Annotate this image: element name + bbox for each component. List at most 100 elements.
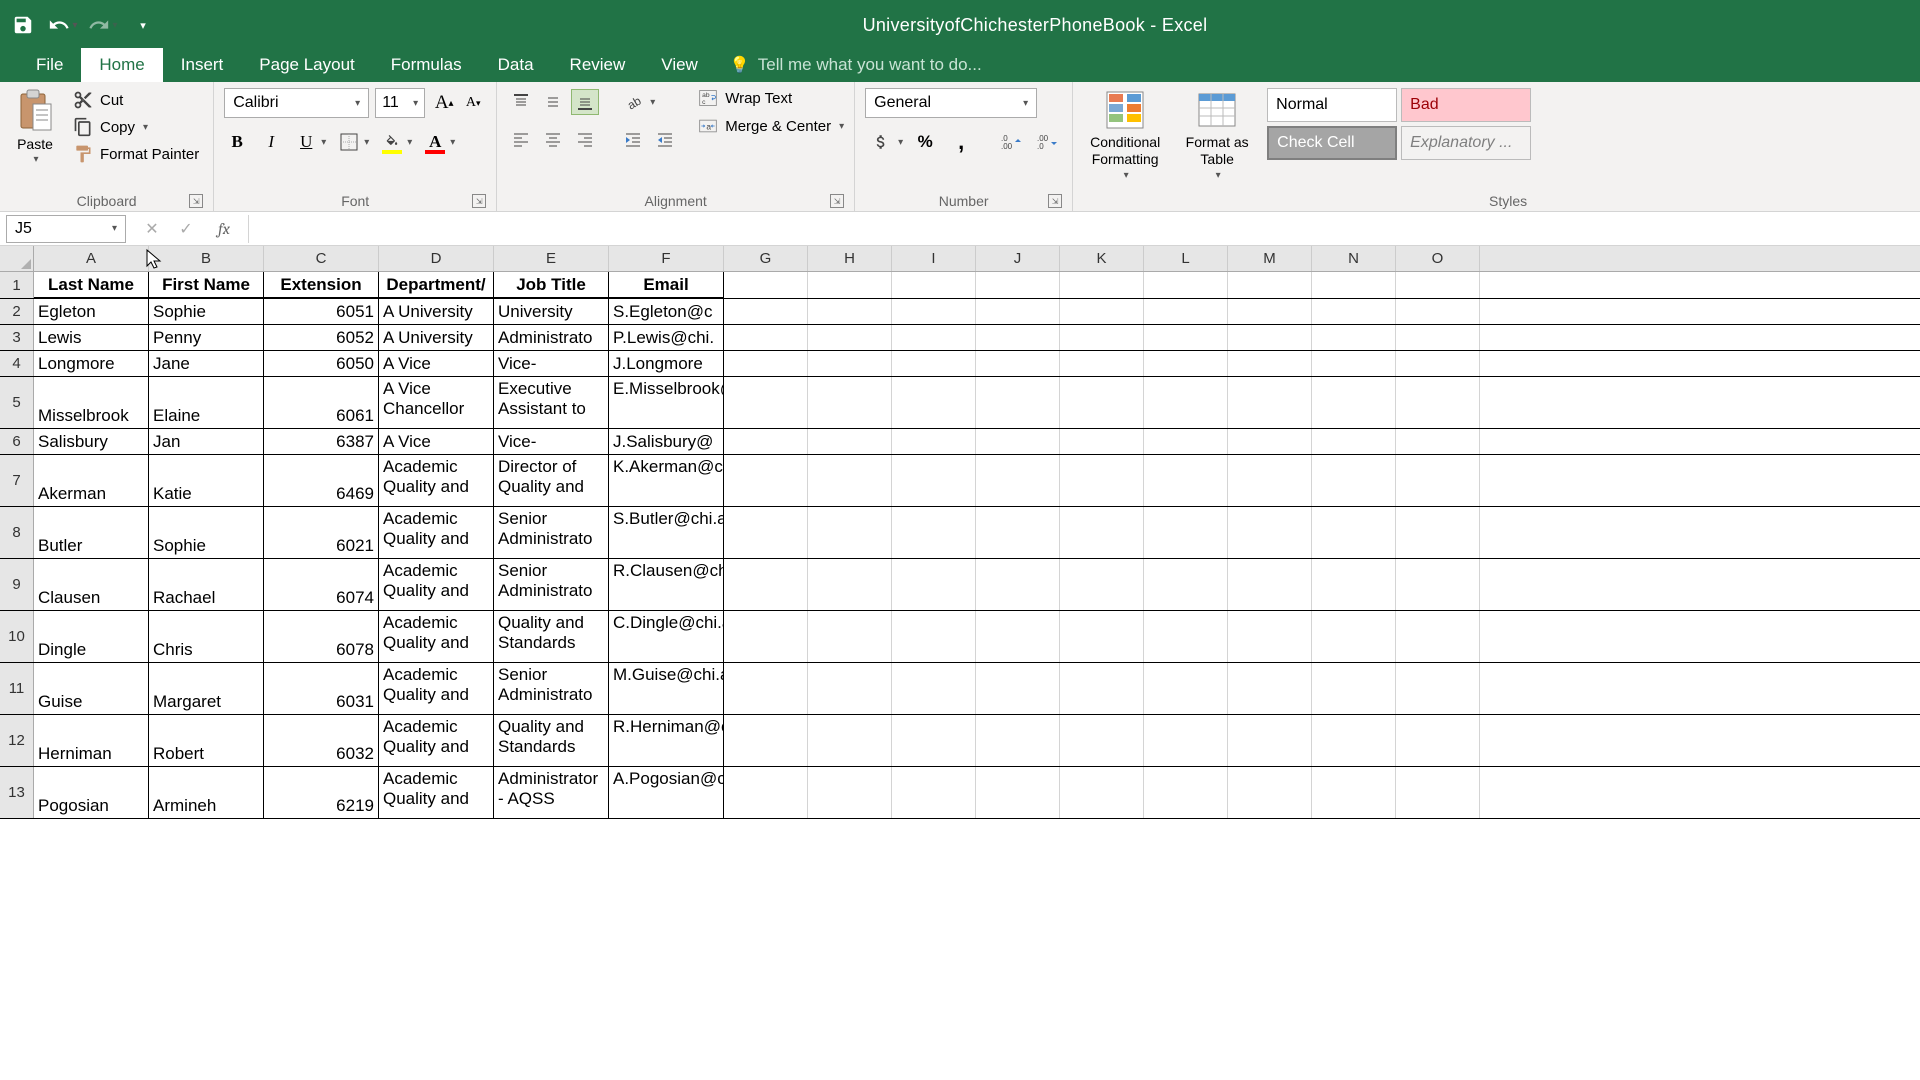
- underline-button[interactable]: U: [293, 129, 319, 155]
- cell-job-title[interactable]: Administrato: [494, 325, 609, 350]
- cell-last-name[interactable]: Salisbury: [34, 429, 149, 454]
- cell-job-title[interactable]: Quality and Standards: [494, 611, 609, 662]
- cell-first-name[interactable]: Chris: [149, 611, 264, 662]
- formula-input[interactable]: [248, 215, 1920, 243]
- tab-insert[interactable]: Insert: [163, 48, 242, 82]
- font-size-combo[interactable]: 11▾: [375, 88, 425, 118]
- cell-department[interactable]: A Vice Chancellor: [379, 377, 494, 428]
- align-left-button[interactable]: [507, 126, 535, 152]
- cell-email[interactable]: S.Butler@chi.ac.uk: [609, 507, 724, 558]
- row-header[interactable]: 8: [0, 507, 34, 558]
- cell-last-name[interactable]: Dingle: [34, 611, 149, 662]
- cell-department[interactable]: A Vice: [379, 429, 494, 454]
- row-header[interactable]: 5: [0, 377, 34, 428]
- accounting-format-button[interactable]: [866, 129, 896, 155]
- cell-first-name[interactable]: Katie: [149, 455, 264, 506]
- tab-data[interactable]: Data: [480, 48, 552, 82]
- cell-department[interactable]: A University: [379, 299, 494, 324]
- tab-file[interactable]: File: [18, 48, 81, 82]
- cell-first-name[interactable]: Jan: [149, 429, 264, 454]
- cell-job-title[interactable]: Quality and Standards: [494, 715, 609, 766]
- header-email[interactable]: Email: [609, 272, 724, 298]
- header-extension[interactable]: Extension: [264, 272, 379, 298]
- col-header-c[interactable]: C: [264, 246, 379, 271]
- italic-button[interactable]: I: [258, 129, 284, 155]
- col-header-g[interactable]: G: [724, 246, 808, 271]
- cell-first-name[interactable]: Sophie: [149, 299, 264, 324]
- row-header-1[interactable]: 1: [0, 272, 34, 298]
- cell-extension[interactable]: 6021: [264, 507, 379, 558]
- cell-last-name[interactable]: Butler: [34, 507, 149, 558]
- cell-extension[interactable]: 6050: [264, 351, 379, 376]
- cell-first-name[interactable]: Sophie: [149, 507, 264, 558]
- cell-job-title[interactable]: Vice-: [494, 351, 609, 376]
- cell-first-name[interactable]: Penny: [149, 325, 264, 350]
- cell-department[interactable]: Academic Quality and: [379, 715, 494, 766]
- header-job-title[interactable]: Job Title: [494, 272, 609, 298]
- col-header-b[interactable]: B: [149, 246, 264, 271]
- col-header-h[interactable]: H: [808, 246, 892, 271]
- tab-page-layout[interactable]: Page Layout: [241, 48, 372, 82]
- row-header[interactable]: 13: [0, 767, 34, 818]
- name-box[interactable]: J5▾: [6, 215, 126, 243]
- style-check-cell[interactable]: Check Cell: [1267, 126, 1397, 160]
- cell-first-name[interactable]: Margaret: [149, 663, 264, 714]
- borders-button[interactable]: [336, 129, 362, 155]
- cell-department[interactable]: Academic Quality and: [379, 767, 494, 818]
- customize-qat[interactable]: ▾: [128, 10, 158, 40]
- col-header-l[interactable]: L: [1144, 246, 1228, 271]
- cell-extension[interactable]: 6219: [264, 767, 379, 818]
- col-header-f[interactable]: F: [609, 246, 724, 271]
- col-header-d[interactable]: D: [379, 246, 494, 271]
- cell-first-name[interactable]: Armineh: [149, 767, 264, 818]
- cell-department[interactable]: Academic Quality and: [379, 507, 494, 558]
- cell-department[interactable]: A Vice: [379, 351, 494, 376]
- decrease-decimal-button[interactable]: .00.0: [1032, 129, 1062, 155]
- col-header-o[interactable]: O: [1396, 246, 1480, 271]
- undo-button[interactable]: ▾: [48, 10, 78, 40]
- align-right-button[interactable]: [571, 126, 599, 152]
- cell-email[interactable]: R.Clausen@chi.ac.uk: [609, 559, 724, 610]
- cell-email[interactable]: J.Longmore: [609, 351, 724, 376]
- increase-indent-button[interactable]: [651, 126, 679, 152]
- bold-button[interactable]: B: [224, 129, 250, 155]
- cell-job-title[interactable]: Senior Administrato: [494, 559, 609, 610]
- cell-job-title[interactable]: University: [494, 299, 609, 324]
- cell-first-name[interactable]: Robert: [149, 715, 264, 766]
- cell-email[interactable]: P.Lewis@chi.: [609, 325, 724, 350]
- cell-job-title[interactable]: Executive Assistant to: [494, 377, 609, 428]
- style-bad[interactable]: Bad: [1401, 88, 1531, 122]
- align-bottom-button[interactable]: [571, 89, 599, 115]
- cell-styles-gallery[interactable]: Normal Bad Check Cell Explanatory ...: [1267, 88, 1531, 191]
- comma-button[interactable]: ,: [946, 129, 976, 155]
- cell-extension[interactable]: 6052: [264, 325, 379, 350]
- cell-department[interactable]: Academic Quality and: [379, 611, 494, 662]
- increase-font-button[interactable]: A▴: [431, 90, 457, 116]
- align-center-button[interactable]: [539, 126, 567, 152]
- increase-decimal-button[interactable]: .0.00: [996, 129, 1026, 155]
- row-header[interactable]: 7: [0, 455, 34, 506]
- cell-job-title[interactable]: Administrator - AQSS: [494, 767, 609, 818]
- row-header[interactable]: 11: [0, 663, 34, 714]
- cell-job-title[interactable]: Director of Quality and: [494, 455, 609, 506]
- font-name-combo[interactable]: Calibri▾: [224, 88, 369, 118]
- wrap-text-button[interactable]: abc Wrap Text: [697, 88, 844, 108]
- format-as-table-button[interactable]: Format as Table▾: [1175, 88, 1259, 191]
- align-middle-button[interactable]: [539, 89, 567, 115]
- row-header[interactable]: 6: [0, 429, 34, 454]
- cell-department[interactable]: A University: [379, 325, 494, 350]
- alignment-launcher[interactable]: ⇲: [830, 194, 844, 208]
- cell-first-name[interactable]: Jane: [149, 351, 264, 376]
- number-format-combo[interactable]: General▾: [865, 88, 1037, 118]
- format-painter-button[interactable]: Format Painter: [68, 142, 203, 166]
- cell-first-name[interactable]: Rachael: [149, 559, 264, 610]
- cell-last-name[interactable]: Longmore: [34, 351, 149, 376]
- cell-extension[interactable]: 6032: [264, 715, 379, 766]
- col-header-a[interactable]: A: [34, 246, 149, 271]
- cell-last-name[interactable]: Clausen: [34, 559, 149, 610]
- cell-last-name[interactable]: Guise: [34, 663, 149, 714]
- decrease-font-button[interactable]: A▾: [460, 90, 486, 116]
- col-header-e[interactable]: E: [494, 246, 609, 271]
- fill-color-button[interactable]: [379, 129, 405, 155]
- cell-last-name[interactable]: Egleton: [34, 299, 149, 324]
